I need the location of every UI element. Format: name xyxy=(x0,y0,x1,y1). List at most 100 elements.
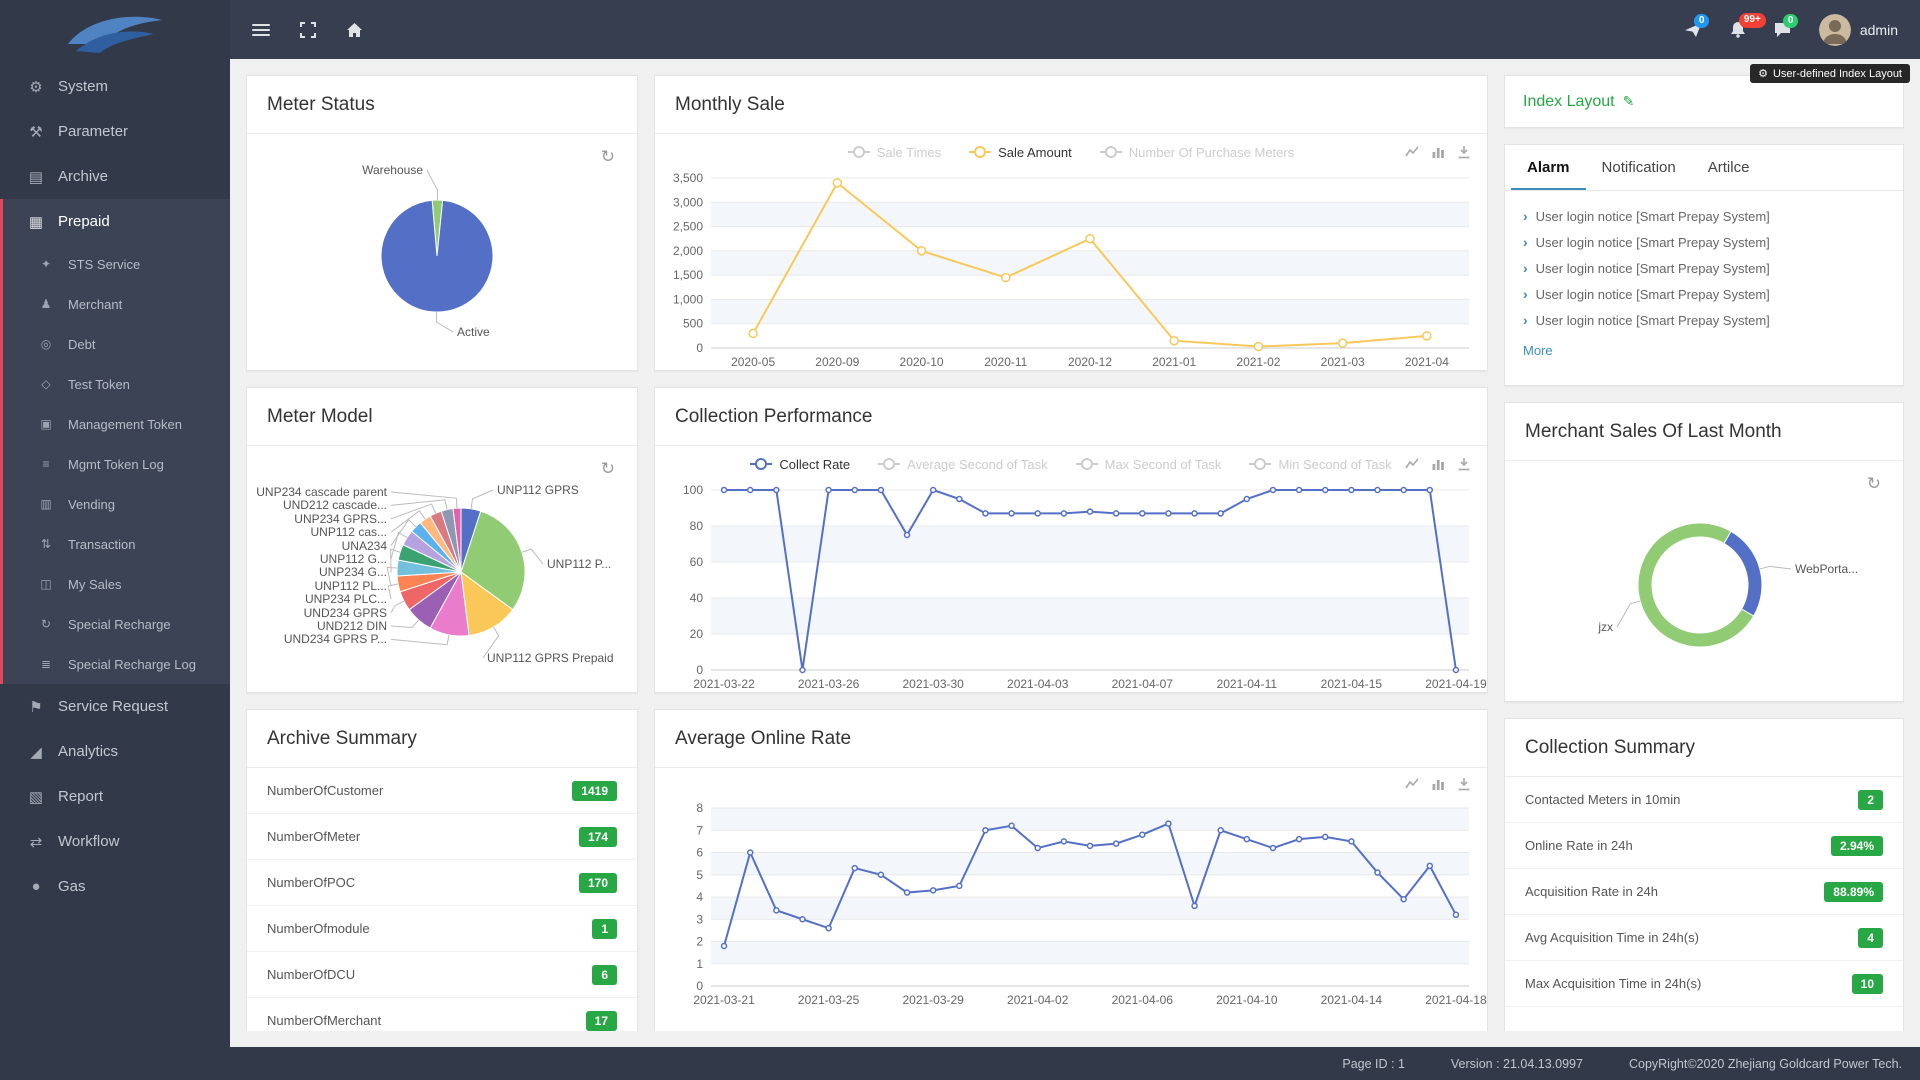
alarm-item[interactable]: ›User login notice [Smart Prepay System] xyxy=(1523,281,1885,307)
merchant-sales-card: Merchant Sales Of Last Month ↻ WebPorta.… xyxy=(1504,402,1904,702)
card-title: Monthly Sale xyxy=(675,94,785,116)
sidebar-item-my-sales[interactable]: ◫My Sales xyxy=(3,564,230,604)
sidebar-item-special-recharge[interactable]: ↻Special Recharge xyxy=(3,604,230,644)
pie-label: UND212 cascade... xyxy=(283,499,387,511)
user-menu[interactable]: admin xyxy=(1819,14,1898,46)
sidebar-item-label: Test Token xyxy=(68,377,130,392)
svg-text:8: 8 xyxy=(696,801,703,815)
alarm-list: ›User login notice [Smart Prepay System]… xyxy=(1505,191,1903,333)
alarm-item[interactable]: ›User login notice [Smart Prepay System] xyxy=(1523,255,1885,281)
alarm-item[interactable]: ›User login notice [Smart Prepay System] xyxy=(1523,203,1885,229)
gear-icon: ⚙ xyxy=(26,78,46,96)
more-link[interactable]: More xyxy=(1523,343,1553,358)
legend-item-number-of-purchase-meters[interactable]: Number Of Purchase Meters xyxy=(1100,145,1294,160)
home-icon[interactable] xyxy=(346,22,363,38)
sidebar-item-vending[interactable]: ▥Vending xyxy=(3,484,230,524)
person-icon: ♟ xyxy=(36,297,56,311)
user-defined-layout-tag[interactable]: ⚙ User-defined Index Layout xyxy=(1750,64,1910,83)
pie-label: UNA234 xyxy=(342,540,387,552)
card-title: Average Online Rate xyxy=(675,728,851,750)
summary-row: Contacted Meters in 10min2 xyxy=(1505,777,1903,823)
alarm-item[interactable]: ›User login notice [Smart Prepay System] xyxy=(1523,307,1885,333)
sidebar-item-debt[interactable]: ◎Debt xyxy=(3,324,230,364)
svg-text:500: 500 xyxy=(683,317,703,331)
svg-text:80: 80 xyxy=(690,519,704,533)
legend-item-sale-amount[interactable]: Sale Amount xyxy=(969,145,1072,160)
sidebar-item-archive[interactable]: ▤Archive xyxy=(0,154,230,199)
sidebar-item-mgmt-token-log[interactable]: ≡Mgmt Token Log xyxy=(3,444,230,484)
edit-icon: ✎ xyxy=(1623,93,1635,110)
alarm-item-label: User login notice [Smart Prepay System] xyxy=(1536,209,1770,224)
bar-chart-icon[interactable] xyxy=(1431,145,1445,159)
fullscreen-icon[interactable] xyxy=(300,22,316,38)
chart-toolbar xyxy=(655,768,1487,800)
arrows-icon: ⇄ xyxy=(26,833,46,851)
summary-label: NumberOfMerchant xyxy=(267,1013,381,1028)
svg-text:1: 1 xyxy=(696,957,703,971)
legend-item-max-second-of-task[interactable]: Max Second of Task xyxy=(1076,457,1222,472)
topbar: 0 99+ 0 admin xyxy=(230,0,1920,59)
svg-text:20: 20 xyxy=(690,627,704,641)
sidebar-item-label: Report xyxy=(58,788,103,805)
pie-label: Warehouse xyxy=(362,164,423,176)
svg-text:2021-03-30: 2021-03-30 xyxy=(902,677,964,691)
main-area: 0 99+ 0 admin ⚙ User-defined Index Layou… xyxy=(230,0,1920,1080)
svg-text:2021-04-14: 2021-04-14 xyxy=(1321,993,1383,1007)
summary-label: Acquisition Rate in 24h xyxy=(1525,884,1658,899)
sidebar-item-label: Parameter xyxy=(58,123,128,140)
download-icon[interactable] xyxy=(1457,145,1471,159)
sidebar-item-analytics[interactable]: ◢Analytics xyxy=(0,729,230,774)
legend-item-average-second-of-task[interactable]: Average Second of Task xyxy=(878,457,1047,472)
sidebar-item-merchant[interactable]: ♟Merchant xyxy=(3,284,230,324)
legend-item-sale-times[interactable]: Sale Times xyxy=(848,145,941,160)
sidebar-item-workflow[interactable]: ⇄Workflow xyxy=(0,819,230,864)
svg-text:2021-04-07: 2021-04-07 xyxy=(1112,677,1174,691)
tab-artilce[interactable]: Artilce xyxy=(1692,145,1766,190)
sidebar-item-transaction[interactable]: ⇅Transaction xyxy=(3,524,230,564)
sidebar-item-system[interactable]: ⚙System xyxy=(0,64,230,109)
tab-notification[interactable]: Notification xyxy=(1586,145,1692,190)
summary-label: Avg Acquisition Time in 24h(s) xyxy=(1525,930,1699,945)
chat-icon[interactable]: 0 xyxy=(1774,22,1791,38)
sidebar-item-report[interactable]: ▧Report xyxy=(0,774,230,819)
alarm-item[interactable]: ›User login notice [Smart Prepay System] xyxy=(1523,229,1885,255)
sidebar-item-label: Special Recharge Log xyxy=(68,657,196,672)
pie-label: UNP234 GPRS... xyxy=(294,513,387,525)
merchant-sales-donut-chart: WebPorta...jzx xyxy=(1505,461,1903,701)
svg-text:2021-04-19: 2021-04-19 xyxy=(1425,677,1487,691)
sidebar-item-prepaid[interactable]: ▦Prepaid xyxy=(3,199,230,244)
sidebar-item-gas[interactable]: ●Gas xyxy=(0,864,230,909)
sidebar-item-service-request[interactable]: ⚑Service Request xyxy=(0,684,230,729)
bar-chart-icon[interactable] xyxy=(1431,777,1445,791)
line-chart-icon[interactable] xyxy=(1405,457,1419,471)
summary-value-badge: 1 xyxy=(592,919,617,939)
index-layout-link[interactable]: Index Layout ✎ xyxy=(1523,93,1634,111)
grid-icon: ▦ xyxy=(26,213,46,231)
log-icon: ≣ xyxy=(36,657,56,671)
send-icon[interactable]: 0 xyxy=(1685,22,1702,38)
download-icon[interactable] xyxy=(1457,457,1471,471)
legend-item-min-second-of-task[interactable]: Min Second of Task xyxy=(1249,457,1391,472)
sidebar-item-parameter[interactable]: ⚒Parameter xyxy=(0,109,230,154)
sidebar-item-sts-service[interactable]: ✦STS Service xyxy=(3,244,230,284)
download-icon[interactable] xyxy=(1457,777,1471,791)
bell-icon[interactable]: 99+ xyxy=(1730,21,1746,38)
refresh-icon[interactable]: ↻ xyxy=(601,148,615,165)
message-badge: 0 xyxy=(1783,14,1799,29)
sidebar-item-special-recharge-log[interactable]: ≣ Special Recharge Log xyxy=(3,644,230,684)
refresh-icon[interactable]: ↻ xyxy=(1867,475,1881,492)
sidebar-item-test-token[interactable]: ◇Test Token xyxy=(3,364,230,404)
line-chart-icon[interactable] xyxy=(1405,145,1419,159)
meter-model-pie-chart: UNP234 cascade parentUND212 cascade...UN… xyxy=(247,446,637,692)
sidebar-group-prepaid: ▦Prepaid✦STS Service♟Merchant◎Debt◇Test … xyxy=(0,199,230,684)
tab-alarm[interactable]: Alarm xyxy=(1511,145,1586,190)
sidebar-item-management-token[interactable]: ▣Management Token xyxy=(3,404,230,444)
app-logo[interactable] xyxy=(0,0,230,64)
chevron-right-icon: › xyxy=(1523,312,1528,328)
bar-chart-icon[interactable] xyxy=(1431,457,1445,471)
refresh-icon[interactable]: ↻ xyxy=(601,460,615,477)
sidebar-item-label: Vending xyxy=(68,497,115,512)
legend-item-collect-rate[interactable]: Collect Rate xyxy=(750,457,850,472)
line-chart-icon[interactable] xyxy=(1405,777,1419,791)
menu-toggle-icon[interactable] xyxy=(252,22,270,38)
